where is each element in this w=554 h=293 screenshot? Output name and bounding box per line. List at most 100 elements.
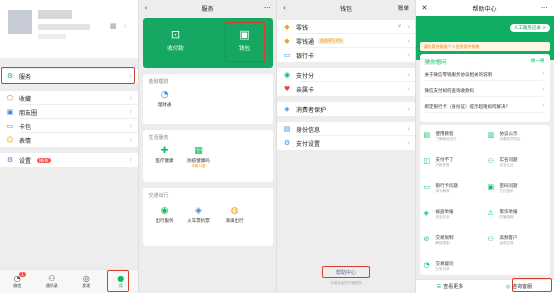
back-icon[interactable]: ‹ [145,4,148,12]
cat-sub: 解除限制 [435,241,450,245]
settings-icon: ⚙ [6,156,14,164]
grid-item-health-code[interactable]: ▦ 防疫健康码 请戴口罩 [183,146,215,169]
row-label: 零钱 [296,24,309,32]
security-notice[interactable]: 谨防冒充客服个人信息保护指南 [419,42,550,51]
refresh-faq-button[interactable]: 换一换 [531,58,545,64]
faq-card: 猜你想问 换一换 关于微信零钱服务协议相关的说明 › 微信支付如何查询收款码 ›… [419,54,550,122]
tab-label: 通讯录 [45,283,58,288]
section-title: 交通出行 [148,193,169,199]
realname-icon: ⚇ [487,157,494,165]
grid-item-medical[interactable]: ✚ 医疗健康 [149,146,181,164]
more-icon[interactable]: ··· [264,4,271,12]
menu-label: 设置 [19,157,32,165]
category-password[interactable]: ▣ 密码问题 忘记密码 [488,183,548,194]
grid-item-wealth[interactable]: ◔ 理财通 [149,90,181,108]
chevron-right-icon: › [407,85,410,93]
category-payment-failed[interactable]: ◫ 支付不了 付款受限 [424,157,484,168]
balance-value: ¥ [397,24,401,30]
tab-label: 发现 [82,283,91,288]
scan-pay-label: 收付款 [167,46,184,52]
menu-item-stickers[interactable]: ☺ 表情 › [0,133,138,147]
chevron-right-icon: › [407,125,410,133]
service-record-button[interactable]: 人工服务记录 > [509,24,550,32]
transport-section: 交通出行 ◉ 出行服务 ◈ 火车票机票 ◍ 滴滴出行 [142,188,273,246]
category-realname[interactable]: ⚇ 实名问题 实名认证 [488,157,548,168]
row-label: 零钱通 [296,38,315,46]
tab-chats[interactable]: ◔ 1 微信 [0,270,35,293]
wallet-header: ‹ 钱包 账单 [277,0,415,16]
menu-item-favorites[interactable]: ⬡ 收藏 › [0,91,138,105]
moments-icon: ▣ [6,108,14,116]
chevron-right-icon: › [542,102,545,109]
bills-link[interactable]: 账单 [398,4,409,12]
qr-code-icon[interactable]: ▦ [110,22,117,30]
row-label: 消费者保护 [296,106,327,114]
category-trade-limit[interactable]: ⊘ 交易限制 解除限制 [424,235,484,246]
protection-icon: ◈ [284,105,290,113]
services-page-panel: ‹ 服务 ··· ⊡ 收付款 ▣ 钱包 金融理财 ◔ 理财通 生活服务 ✚ 医疗… [138,0,277,293]
wealth-icon: ◔ [160,90,169,100]
scan-pay-button[interactable]: ⊡ 收付款 [151,28,201,52]
profile-card[interactable]: ▦ › [0,0,138,58]
faq-text: 关于微信零钱服务协议相关的说明 [424,73,493,78]
tab-contacts[interactable]: ⚇ 通讯录 [35,270,70,293]
pay-score-icon: ◉ [283,71,291,79]
menu-label: 朋友圈 [19,109,38,117]
category-agreements[interactable]: ▥ 协议公示 查看各项协议 [488,131,548,142]
menu-item-moments[interactable]: ▣ 朋友圈 › [0,105,138,119]
wallet-row-identity[interactable]: ▤ 身份信息 › [277,122,415,136]
tickets-icon: ◈ [195,206,202,216]
grid-item-tickets[interactable]: ◈ 火车票机票 [183,206,215,224]
page-title: 钱包 [339,5,352,13]
services-header: ‹ 服务 ··· [139,0,277,16]
chevron-right-icon: › [129,136,132,144]
cat-sub: 交易记录 [435,267,450,271]
chevron-right-icon: › [407,139,410,147]
wallet-row-bank-cards[interactable]: ▭ 银行卡 › [277,48,415,62]
wallet-row-lingqiantong[interactable]: ◆ 零钱通 收益率1.4% › [277,34,415,48]
chevron-right-icon: › [129,122,132,130]
menu-item-settings[interactable]: ⚙ 设置 NEW › [0,153,138,167]
faq-text: 微信支付如何查询收款码 [424,89,475,94]
notice-text: 谨防冒充客服个人信息保护指南 [423,43,480,49]
cat-sub: 查看各项协议 [499,137,521,141]
row-label: 亲属卡 [296,86,315,94]
category-tutorial[interactable]: ▤ 使用教程 了解微信支付 [424,131,484,142]
wallet-row-pay-settings[interactable]: ⚙ 支付设置 › [277,136,415,150]
wallet-row-pay-score[interactable]: ◉ 支付分 › [277,68,415,82]
wallet-row-consumer-protection[interactable]: ◈ 消费者保护 › [277,102,415,116]
category-theft-report[interactable]: ◈ 被盗举报 资金安全 [424,209,484,220]
fraud-report-icon: ⚠ [487,209,494,217]
grid-item-didi[interactable]: ◍ 滴滴出行 [219,206,251,224]
identity-icon: ▤ [283,125,291,133]
tutorial-icon: ▤ [423,131,431,139]
category-fraud-report[interactable]: ⚠ 欺诈举报 防骗指南 [488,209,548,220]
faq-item[interactable]: 关于微信零钱服务协议相关的说明 › [424,70,545,81]
menu-label: 卡包 [19,123,32,131]
see-more-label: 查看更多 [443,284,464,290]
close-icon[interactable]: ✕ [422,4,428,12]
menu-item-cards[interactable]: ▭ 卡包 › [0,119,138,133]
cat-sub: 忘记密码 [499,189,514,193]
section-title: 生活服务 [148,135,169,141]
finance-section: 金融理财 ◔ 理财通 [142,74,273,124]
tab-discover[interactable]: ◎ 发现 [69,270,104,293]
cat-sub: 了解微信支付 [435,137,457,141]
more-icon[interactable]: ··· [541,4,548,12]
see-more-button[interactable]: ☰ 查看更多 [416,280,485,293]
chevron-right-icon: › [542,70,545,77]
wallet-row-balance[interactable]: ◆ 零钱 ¥ › [277,20,415,34]
chevron-right-icon: › [407,51,410,59]
faq-item[interactable]: 绑定银行卡（身份证）提示超限如何解决？ › [424,102,545,113]
category-frequent-customer[interactable]: ⚇ 高频客户 高频交易 [488,235,548,246]
category-trade-question[interactable]: ◔ 交易疑问 交易记录 [424,261,484,272]
faq-item[interactable]: 微信支付如何查询收款码 › [424,86,545,97]
category-bank-card[interactable]: ▭ 银行卡问题 绑卡解绑 [424,183,484,194]
grid-item-travel[interactable]: ◉ 出行服务 [149,206,181,224]
grid-label: 火车票机票 [187,219,210,224]
back-icon[interactable]: ‹ [283,4,286,12]
chevron-right-icon: › [129,156,132,164]
wallet-row-family-card[interactable]: ♥ 亲属卡 › [277,82,415,96]
travel-icon: ◉ [160,206,169,216]
password-icon: ▣ [487,183,495,191]
